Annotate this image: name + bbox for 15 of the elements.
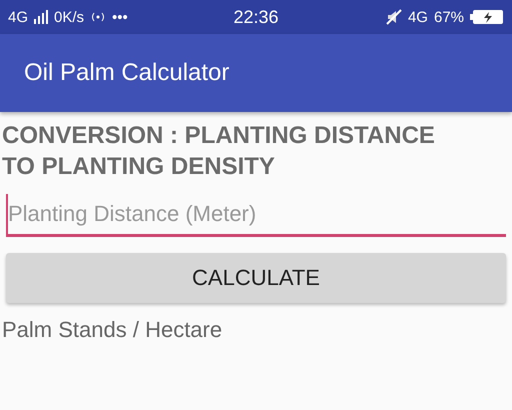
signal-icon — [34, 10, 48, 24]
distance-input-field[interactable]: Planting Distance (Meter) — [6, 194, 506, 237]
network-label: 4G — [8, 8, 28, 26]
muted-speaker-icon — [386, 9, 402, 25]
clock: 22:36 — [233, 6, 279, 28]
calculate-button[interactable]: CALCULATE — [6, 253, 506, 303]
more-label: ••• — [112, 8, 128, 26]
app-title: Oil Palm Calculator — [24, 59, 230, 87]
hotspot-icon — [90, 11, 106, 23]
heading: CONVERSION : PLANTING DISTANCE TO PLANTING DENSITY — [1, 121, 436, 182]
speed-label: 0K/s — [54, 8, 84, 26]
result-label: Palm Stands / Hectare — [1, 317, 224, 343]
data-type-label: 4G — [408, 8, 428, 26]
battery-label: 67% — [434, 8, 464, 26]
battery-charging-icon — [470, 9, 504, 25]
